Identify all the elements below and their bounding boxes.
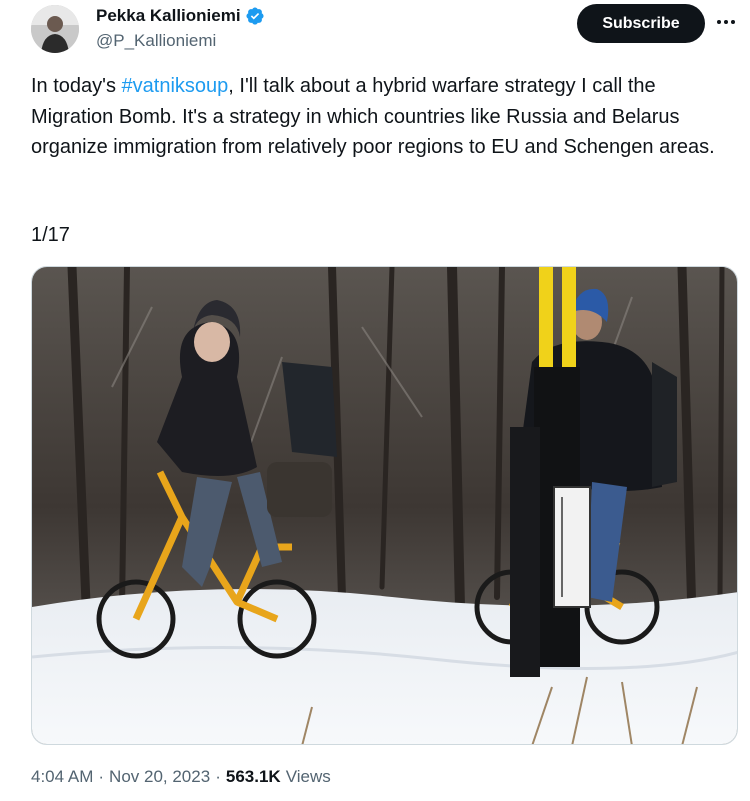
tweet-text-intro: In today's xyxy=(31,75,122,97)
hashtag-link[interactable]: #vatniksoup xyxy=(122,75,229,97)
tweet-text: In today's #vatniksoup, I'll talk about … xyxy=(31,71,741,163)
subscribe-button[interactable]: Subscribe xyxy=(577,4,705,43)
views-label: Views xyxy=(285,767,331,786)
verified-badge-icon xyxy=(245,6,265,26)
tweet-meta: 4:04 AM · Nov 20, 2023 · 563.1K Views xyxy=(31,767,331,787)
author-handle[interactable]: @P_Kallioniemi xyxy=(96,31,216,51)
tweet-date[interactable]: Nov 20, 2023 xyxy=(109,767,210,787)
author-display-name[interactable]: Pekka Kallioniemi xyxy=(96,6,241,26)
meta-separator-2: · xyxy=(215,767,221,786)
tweet-photo[interactable] xyxy=(31,266,738,745)
views-count[interactable]: 563.1K xyxy=(226,767,281,787)
meta-separator: · xyxy=(98,767,105,786)
tweet-time[interactable]: 4:04 AM xyxy=(31,767,93,787)
thread-count: 1/17 xyxy=(31,224,70,246)
cyclists-in-snow-photo xyxy=(32,267,737,744)
author-name-row[interactable]: Pekka Kallioniemi xyxy=(96,6,265,26)
more-horizontal-icon[interactable] xyxy=(716,12,736,32)
avatar-image xyxy=(31,5,79,53)
avatar[interactable] xyxy=(31,5,79,53)
